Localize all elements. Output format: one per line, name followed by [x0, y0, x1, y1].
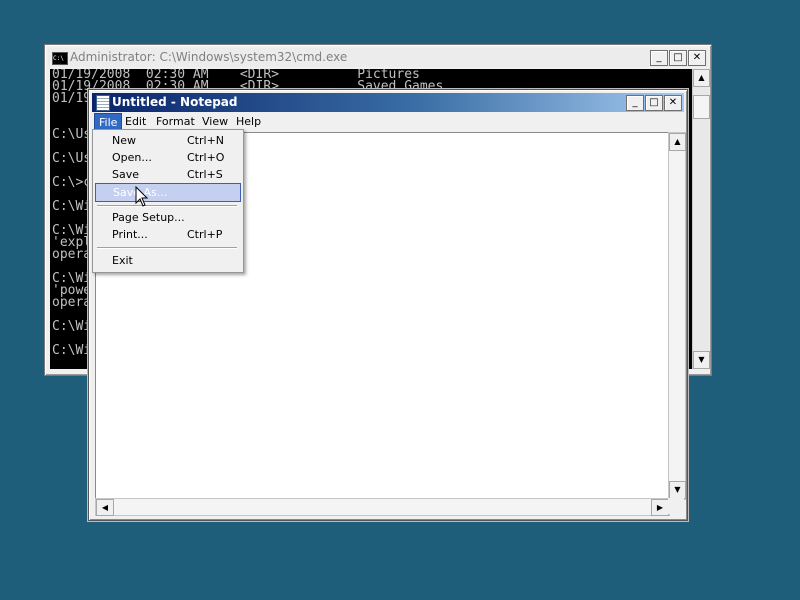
- menu-format[interactable]: Format: [152, 113, 199, 130]
- cmd-scroll-down-icon[interactable]: ▼: [693, 351, 710, 369]
- console-icon[interactable]: C:\: [52, 52, 68, 65]
- cmd-close-button[interactable]: ✕: [688, 50, 706, 66]
- notepad-maximize-button[interactable]: □: [645, 95, 663, 111]
- menu-item-label: New: [112, 134, 136, 147]
- cmd-vertical-scrollbar[interactable]: ▲ ▼: [692, 69, 710, 369]
- menu-item-save-as[interactable]: Save As...: [95, 183, 241, 202]
- menu-item-save[interactable]: Save Ctrl+S: [95, 166, 239, 183]
- menu-item-shortcut: Ctrl+S: [187, 168, 223, 181]
- menu-item-label: Exit: [112, 254, 133, 267]
- menu-help[interactable]: Help: [232, 113, 265, 130]
- console-line: C:\Wi: [52, 199, 92, 214]
- console-line: opera: [52, 295, 92, 310]
- cmd-scroll-thumb[interactable]: [693, 95, 710, 119]
- menu-item-open[interactable]: Open... Ctrl+O: [95, 149, 239, 166]
- menu-item-label: Open...: [112, 151, 152, 164]
- menu-item-page-setup[interactable]: Page Setup...: [95, 209, 239, 226]
- notepad-scroll-right-icon[interactable]: ▶: [651, 499, 669, 516]
- file-menu-dropdown: New Ctrl+N Open... Ctrl+O Save Ctrl+S Sa…: [92, 129, 244, 273]
- menu-item-label: Page Setup...: [112, 211, 185, 224]
- console-line: C:\Us: [52, 127, 92, 142]
- console-line: C:\Wi: [52, 319, 92, 334]
- menu-separator: [97, 205, 237, 207]
- menu-item-shortcut: Ctrl+P: [187, 228, 223, 241]
- menu-item-label: Print...: [112, 228, 148, 241]
- notepad-scroll-up-icon[interactable]: ▲: [669, 133, 686, 151]
- menu-separator: [97, 247, 237, 249]
- cmd-maximize-button[interactable]: □: [669, 50, 687, 66]
- notepad-minimize-button[interactable]: _: [626, 95, 644, 111]
- menu-item-shortcut: Ctrl+N: [187, 134, 225, 147]
- menu-edit[interactable]: Edit: [121, 113, 150, 130]
- notepad-close-button[interactable]: ✕: [664, 95, 682, 111]
- cmd-minimize-button[interactable]: _: [650, 50, 668, 66]
- resize-grip[interactable]: [668, 498, 684, 514]
- console-line: C:\Us: [52, 151, 92, 166]
- desktop[interactable]: C:\ Administrator: C:\Windows\system32\c…: [0, 0, 800, 600]
- notepad-title: Untitled - Notepad: [112, 95, 238, 109]
- notepad-horizontal-scrollbar[interactable]: ◀ ▶: [95, 498, 670, 516]
- menu-item-exit[interactable]: Exit: [95, 252, 239, 269]
- notepad-vertical-scrollbar[interactable]: ▲ ▼: [668, 132, 686, 500]
- console-line: C:\>c: [52, 175, 92, 190]
- menu-item-label: Save: [112, 168, 140, 181]
- notepad-titlebar[interactable]: Untitled - Notepad _ □ ✕: [92, 93, 684, 112]
- menu-item-new[interactable]: New Ctrl+N: [95, 132, 239, 149]
- menu-item-print[interactable]: Print... Ctrl+P: [95, 226, 239, 243]
- cmd-title: Administrator: C:\Windows\system32\cmd.e…: [70, 50, 348, 64]
- notepad-scroll-left-icon[interactable]: ◀: [96, 499, 114, 516]
- notepad-scroll-down-icon[interactable]: ▼: [669, 481, 686, 499]
- mouse-pointer-icon: [135, 186, 149, 207]
- console-line: 01/19: [52, 91, 92, 106]
- menu-item-shortcut: Ctrl+O: [187, 151, 225, 164]
- cmd-titlebar[interactable]: C:\ Administrator: C:\Windows\system32\c…: [48, 48, 708, 67]
- cmd-scroll-up-icon[interactable]: ▲: [693, 69, 710, 87]
- notepad-icon[interactable]: [96, 95, 110, 111]
- console-line: opera: [52, 247, 92, 262]
- console-line: C:\Wi: [52, 343, 92, 358]
- menu-view[interactable]: View: [198, 113, 232, 130]
